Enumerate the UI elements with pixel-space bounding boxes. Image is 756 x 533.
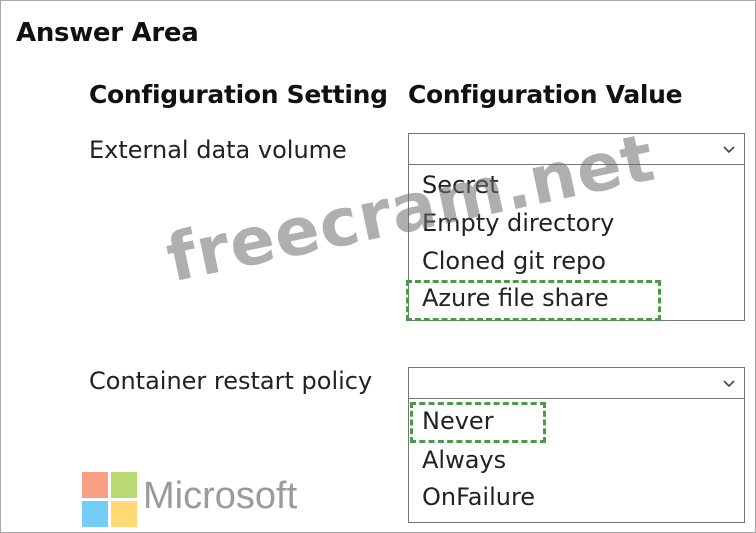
logo-square	[111, 501, 137, 527]
microsoft-logo-icon	[82, 472, 138, 528]
option-never[interactable]: Never	[422, 407, 494, 435]
option-onfailure[interactable]: OnFailure	[422, 483, 535, 511]
container-restart-policy-label: Container restart policy	[89, 367, 373, 395]
chevron-down-icon	[723, 146, 735, 154]
container-restart-policy-dropdown[interactable]	[408, 367, 745, 399]
option-azure-file-share[interactable]: Azure file share	[422, 284, 609, 312]
logo-square	[82, 501, 108, 527]
option-cloned-git-repo[interactable]: Cloned git repo	[422, 247, 606, 275]
logo-square	[82, 472, 108, 498]
microsoft-wordmark: Microsoft	[143, 475, 298, 517]
configuration-value-header: Configuration Value	[408, 80, 683, 109]
answer-area-title: Answer Area	[16, 18, 199, 48]
container-restart-policy-options: Never Always OnFailure	[408, 399, 745, 523]
logo-square	[111, 472, 137, 498]
configuration-setting-header: Configuration Setting	[89, 80, 388, 109]
external-data-volume-label: External data volume	[89, 136, 347, 164]
option-always[interactable]: Always	[422, 446, 506, 474]
chevron-down-icon	[723, 380, 735, 388]
